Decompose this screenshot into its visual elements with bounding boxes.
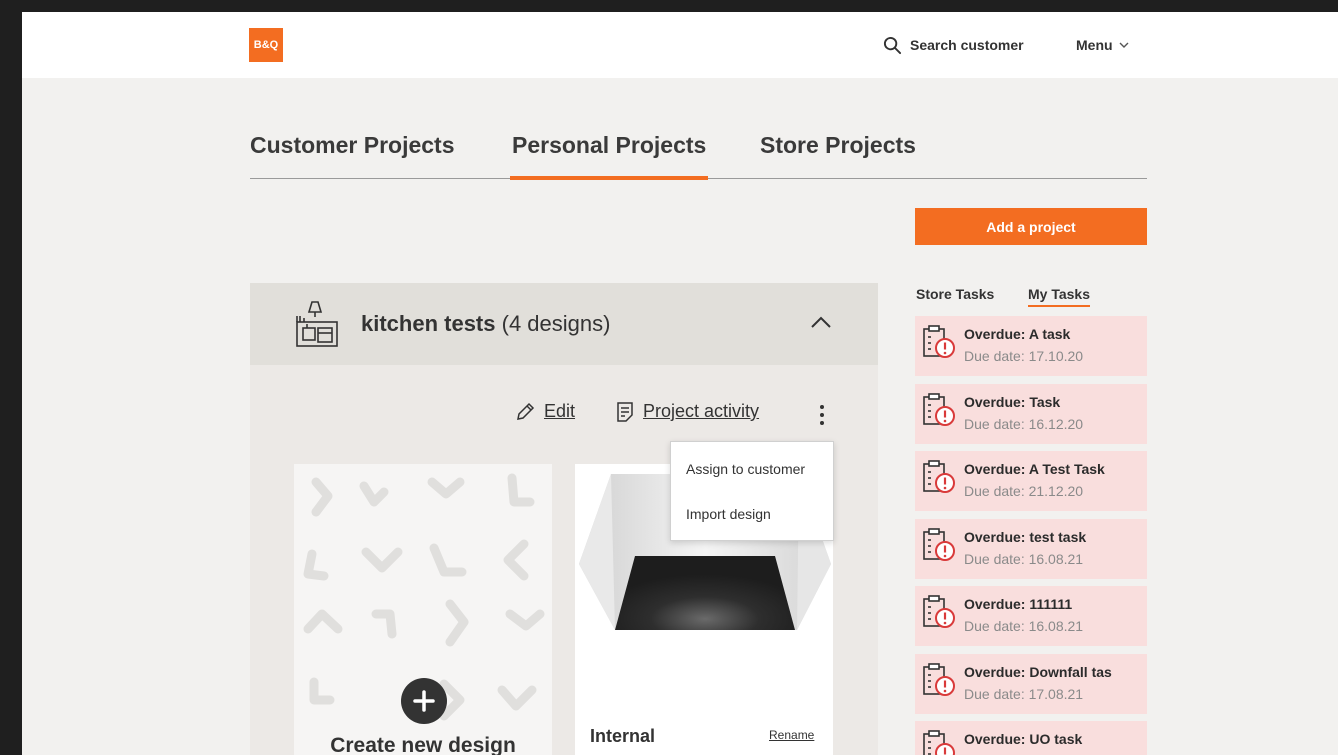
create-new-design-label: Create new design: [330, 734, 516, 755]
project-activity-link[interactable]: Project activity: [616, 401, 759, 422]
menu-button[interactable]: Menu: [1076, 33, 1129, 57]
pencil-icon: [517, 402, 535, 420]
search-customer-button[interactable]: Search customer: [883, 33, 1024, 57]
kitchen-icon: [296, 301, 338, 347]
design-name: Internal: [590, 726, 656, 746]
project-activity-label: Project activity: [643, 401, 760, 421]
task-title: Overdue: UO task: [964, 731, 1083, 747]
tab-personal-projects[interactable]: Personal Projects: [509, 132, 709, 180]
task-due-date: Due date: 16.12.20: [964, 415, 1084, 432]
task-item[interactable]: Overdue: A task Due date: 17.10.20: [915, 316, 1147, 376]
task-item[interactable]: Overdue: Task Due date: 16.12.20: [915, 383, 1147, 444]
brand-logo[interactable]: B&Q: [249, 28, 283, 62]
task-due-date: Due date: 21.12.20: [964, 483, 1084, 499]
overdue-task-icon: [921, 729, 957, 755]
task-item[interactable]: Overdue: 111111 Due date: 16.08.21: [915, 586, 1147, 646]
activity-doc-icon: [617, 401, 633, 422]
task-item[interactable]: Overdue: A Test Task Due date: 21.12.20: [915, 451, 1147, 511]
assign-to-customer-option[interactable]: Assign to customer: [686, 461, 805, 477]
task-due-date: Due date: 16.08.21: [964, 618, 1084, 634]
project-tabs: Customer Projects Personal Projects Stor…: [250, 120, 1147, 180]
more-options-icon[interactable]: [816, 401, 828, 429]
plus-icon[interactable]: [401, 678, 447, 724]
tab-customer-projects[interactable]: Customer Projects: [250, 132, 455, 178]
overdue-task-icon: [921, 392, 957, 433]
overdue-task-icon: [921, 662, 957, 703]
task-due-date: Due date: 17.10.20: [964, 348, 1084, 364]
app-screen: B&Q Search customer Menu Customer Projec…: [22, 12, 1338, 755]
task-title: Overdue: A task: [964, 326, 1071, 342]
project-design-count: (4 designs): [501, 311, 611, 336]
project-actions: Edit Project activity: [250, 401, 878, 429]
project-name: kitchen tests: [361, 311, 496, 336]
project-header[interactable]: kitchen tests (4 designs): [250, 283, 878, 365]
create-new-design-card[interactable]: Create new design: [294, 464, 552, 755]
chevron-down-icon: [1119, 42, 1129, 48]
search-icon: [883, 36, 902, 54]
task-title: Overdue: Downfall tas: [964, 663, 1112, 680]
import-design-option[interactable]: Import design: [686, 506, 771, 522]
edit-project-link[interactable]: Edit: [515, 401, 575, 422]
add-project-button[interactable]: Add a project: [915, 208, 1147, 245]
search-customer-label: Search customer: [910, 37, 1024, 53]
task-title: Overdue: A Test Task: [964, 461, 1105, 477]
overdue-task-icon: [921, 527, 957, 568]
task-due-date: Due date: 16.08.21: [964, 550, 1084, 567]
project-title: kitchen tests (4 designs): [361, 311, 610, 337]
top-bar: B&Q Search customer Menu: [22, 12, 1338, 78]
tab-store-tasks[interactable]: Store Tasks: [916, 286, 994, 302]
more-options-dropdown: Assign to customer Import design: [670, 441, 834, 541]
overdue-task-icon: [921, 324, 957, 365]
task-title: Overdue: Task: [964, 393, 1061, 410]
edit-label: Edit: [544, 401, 576, 421]
overdue-task-icon: [921, 594, 957, 635]
tab-my-tasks[interactable]: My Tasks: [1028, 286, 1090, 307]
menu-label: Menu: [1076, 37, 1113, 53]
task-tabs: Store Tasks My Tasks: [915, 286, 1147, 310]
task-title: Overdue: 111111: [964, 596, 1073, 612]
task-title: Overdue: test task: [964, 528, 1087, 545]
tab-store-projects[interactable]: Store Projects: [760, 132, 916, 178]
rename-design-link[interactable]: Rename: [769, 728, 814, 742]
task-item[interactable]: Overdue: Downfall tas Due date: 17.08.21: [915, 653, 1147, 714]
task-item[interactable]: Overdue: test task Due date: 16.08.21: [915, 518, 1147, 579]
chevron-up-icon[interactable]: [810, 315, 832, 329]
task-item[interactable]: Overdue: UO task: [915, 721, 1147, 755]
overdue-task-icon: [921, 459, 957, 500]
task-due-date: Due date: 17.08.21: [964, 685, 1084, 702]
